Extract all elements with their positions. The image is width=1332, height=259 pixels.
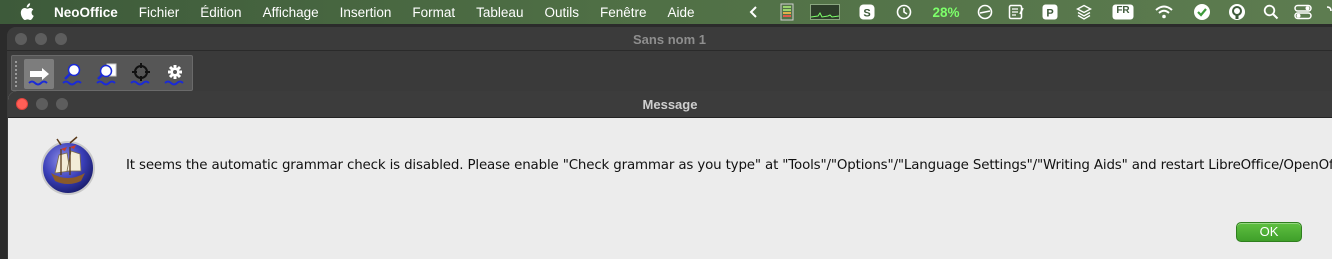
s-app-icon[interactable]: S [857, 0, 877, 24]
focus-mode-icon[interactable] [975, 0, 995, 24]
menu-edition[interactable]: Édition [200, 5, 241, 20]
battery-percentage: 28% [926, 0, 966, 24]
layers-icon[interactable] [1074, 0, 1094, 24]
dialog-titlebar[interactable]: Message [8, 91, 1332, 118]
menu-format[interactable]: Format [412, 5, 455, 20]
grammar-toolbar [11, 55, 193, 91]
apple-logo-icon[interactable] [18, 3, 34, 21]
checkmark-circle-icon[interactable] [1191, 0, 1213, 24]
p-app-icon[interactable]: P [1040, 0, 1060, 24]
ok-button[interactable]: OK [1236, 222, 1302, 242]
document-title: Sans nom 1 [633, 32, 706, 47]
cpu-graph-icon[interactable] [809, 0, 841, 24]
neooffice-logo-icon [41, 136, 95, 195]
search-icon[interactable] [1261, 0, 1281, 24]
magnifier-document-icon[interactable] [92, 59, 122, 89]
battery-percent-text: 28% [932, 4, 960, 20]
control-center-icon[interactable] [1292, 0, 1314, 24]
toolbar-grip-handle[interactable] [15, 61, 17, 87]
target-icon[interactable] [126, 59, 156, 89]
wifi-icon[interactable] [1153, 0, 1175, 24]
message-dialog: Message It seems the automatic grammar c… [8, 91, 1332, 259]
magnifier-icon[interactable] [58, 59, 88, 89]
menu-insertion[interactable]: Insertion [340, 5, 392, 20]
arrow-right-icon[interactable] [24, 59, 54, 89]
accessibility-icon[interactable] [1226, 0, 1248, 24]
menu-bar: NeoOffice Fichier Édition Affichage Inse… [0, 0, 1332, 24]
menu-fichier[interactable]: Fichier [139, 5, 180, 20]
dialog-message-text: It seems the automatic grammar check is … [126, 158, 1332, 173]
menu-app-name[interactable]: NeoOffice [54, 5, 118, 20]
menu-aide[interactable]: Aide [668, 5, 695, 20]
svg-text:P: P [1046, 8, 1053, 20]
chevron-left-icon[interactable] [746, 0, 762, 24]
menu-fenetre[interactable]: Fenêtre [600, 5, 647, 20]
menu-outils[interactable]: Outils [544, 5, 579, 20]
input-source-indicator[interactable]: FR [1110, 0, 1136, 24]
menu-affichage[interactable]: Affichage [263, 5, 319, 20]
menu-tableau[interactable]: Tableau [476, 5, 523, 20]
input-source-label: FR [1116, 5, 1130, 16]
document-titlebar[interactable]: Sans nom 1 [7, 27, 1332, 51]
clock-partial [1322, 0, 1332, 24]
gear-icon[interactable] [160, 59, 190, 89]
time-machine-icon[interactable] [894, 0, 914, 24]
memory-meter-icon[interactable] [776, 0, 798, 24]
svg-text:S: S [863, 8, 870, 20]
notes-icon[interactable] [1006, 0, 1026, 24]
dialog-title: Message [642, 97, 698, 112]
